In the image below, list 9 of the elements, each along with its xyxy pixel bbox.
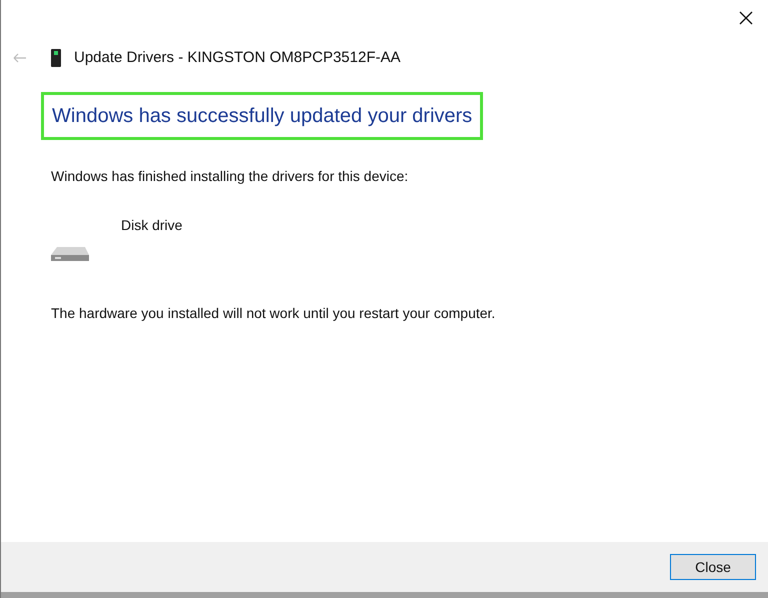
device-icon [51,49,61,67]
close-icon[interactable] [738,10,754,26]
close-button[interactable]: Close [670,554,756,580]
disk-drive-icon [51,245,89,263]
message-text: Windows has finished installing the drivers for this device: [51,167,410,186]
note-text: The hardware you installed will not work until you restart your computer. [51,304,496,323]
heading: Windows has successfully updated your drivers [41,92,484,140]
window-title: Update Drivers - KINGSTON OM8PCP3512F-AA [74,48,400,68]
device-name: Disk drive [121,216,182,235]
